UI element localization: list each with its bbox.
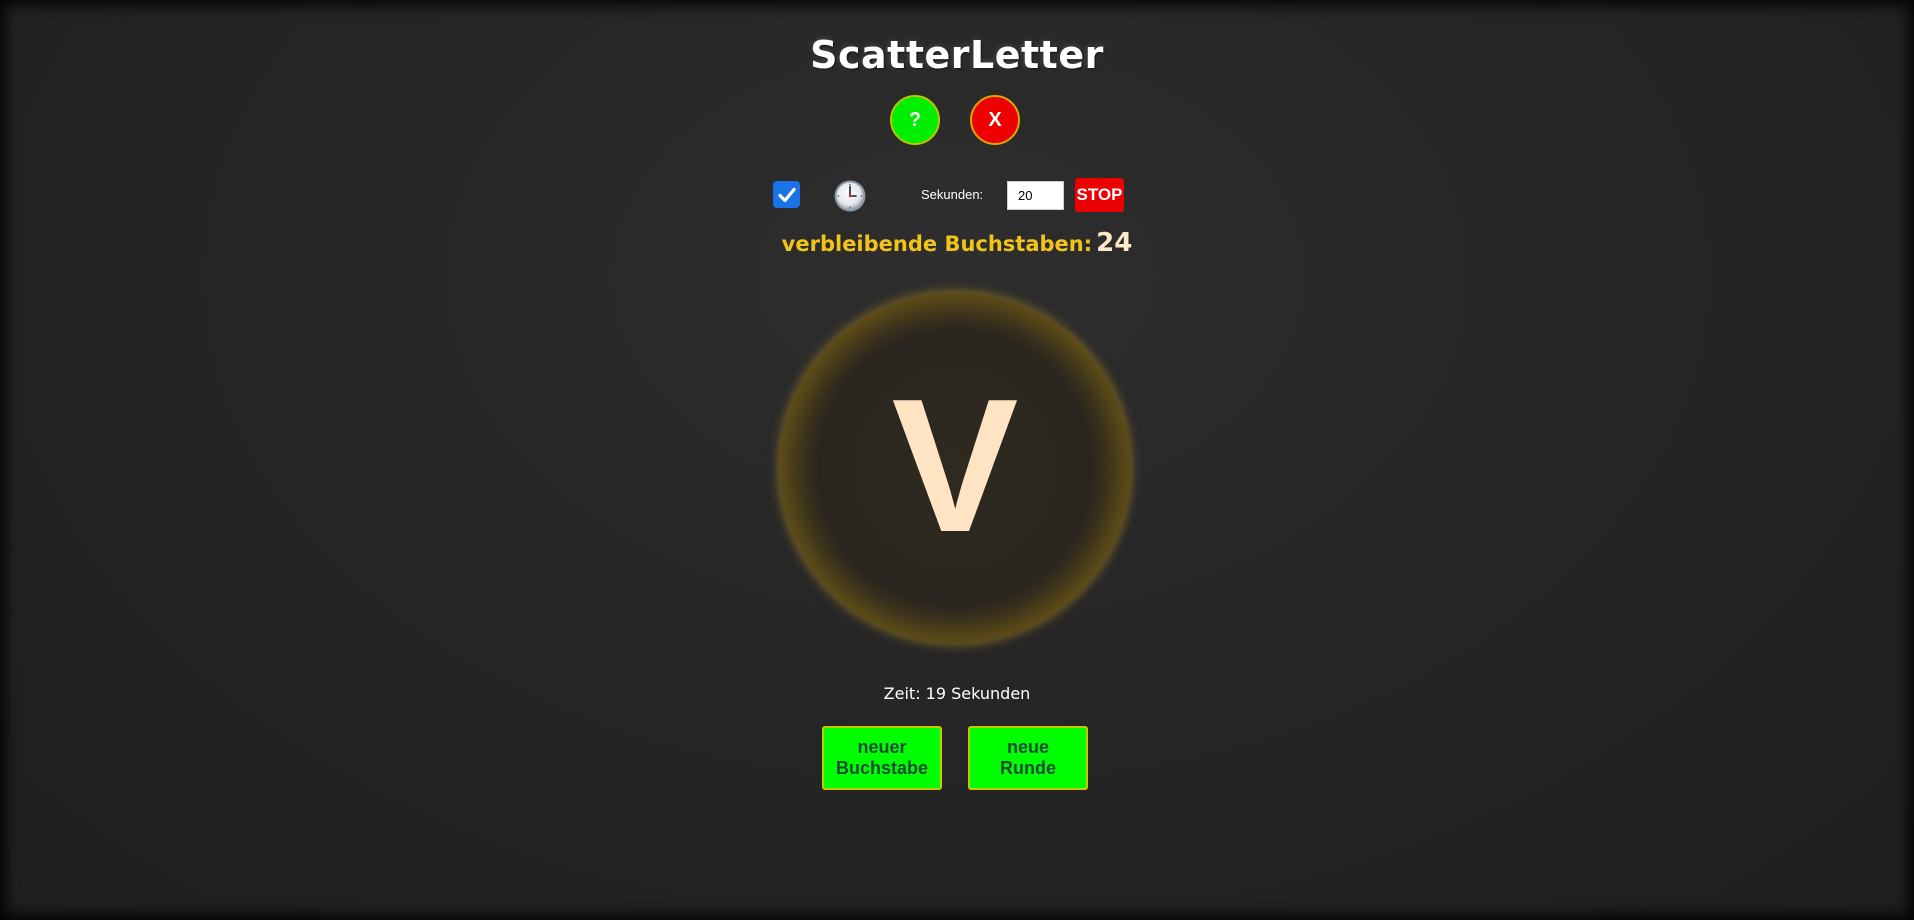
new-letter-label: neuer Buchstabe: [835, 737, 929, 778]
new-round-button[interactable]: neue Runde: [968, 726, 1088, 790]
letter-circle: V: [780, 293, 1130, 643]
stop-button[interactable]: STOP: [1075, 178, 1124, 212]
close-button[interactable]: X: [970, 95, 1020, 145]
help-button[interactable]: ?: [890, 95, 940, 145]
checkmark-icon: [777, 187, 796, 202]
remaining-count: 24: [1096, 228, 1133, 258]
timer-checkbox[interactable]: [773, 181, 800, 208]
seconds-label: Sekunden:: [921, 187, 984, 202]
seconds-input[interactable]: [1007, 181, 1064, 210]
time-display: Zeit: 19 Sekunden: [883, 684, 1031, 703]
app-stage: ScatterLetter ? X Sekunden: 20 STOP verb…: [0, 0, 1914, 920]
clock-icon[interactable]: [833, 179, 867, 213]
current-letter: V: [891, 360, 1019, 572]
new-round-label: neue Runde: [1000, 737, 1056, 778]
app-title: ScatterLetter: [810, 33, 1104, 77]
remaining-label: verbleibende Buchstaben:: [781, 232, 1093, 256]
new-letter-button[interactable]: neuer Buchstabe: [822, 726, 942, 790]
remaining-letters: verbleibende Buchstaben: 24: [0, 228, 1914, 258]
